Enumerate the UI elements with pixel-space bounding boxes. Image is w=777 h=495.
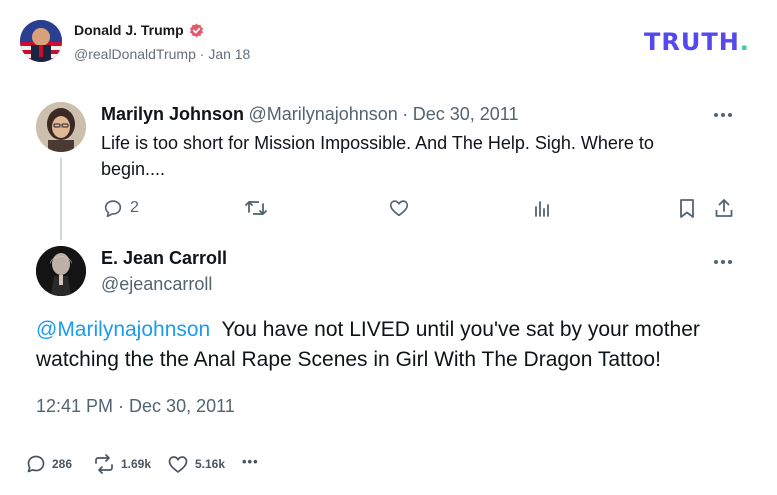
- replies-count: 286: [52, 457, 73, 471]
- reply-separator: ·: [402, 104, 409, 124]
- reply-comment-button[interactable]: 2: [102, 197, 139, 219]
- reply-more-icon[interactable]: [712, 108, 734, 122]
- reply-icon: [26, 454, 46, 474]
- truth-logo-dot: .: [739, 28, 750, 56]
- main-more-icon[interactable]: [712, 255, 734, 269]
- truth-logo-text: TRUTH: [644, 28, 740, 56]
- thread-connector-line: [60, 158, 62, 240]
- reply-author-handle[interactable]: @Marilynajohnson: [248, 104, 397, 124]
- header-separator: ·: [199, 46, 205, 62]
- post-date[interactable]: Jan 18: [208, 46, 250, 62]
- reply-avatar[interactable]: [36, 102, 86, 152]
- reply-text-line2: begin....: [101, 159, 166, 179]
- author-avatar[interactable]: [20, 20, 62, 62]
- reply-count: 2: [130, 199, 139, 216]
- likes-stat[interactable]: 5.16k: [167, 454, 225, 474]
- verified-badge-icon: [189, 22, 204, 38]
- more-options-icon[interactable]: •••: [242, 454, 259, 469]
- likes-count: 5.16k: [195, 457, 226, 471]
- main-tweet-text: @Marilynajohnson You have not LIVED unti…: [36, 315, 746, 375]
- retweet-button[interactable]: [244, 197, 268, 219]
- author-name[interactable]: Donald J. Trump: [74, 22, 184, 38]
- retruths-count: 1.69k: [121, 457, 152, 471]
- reply-date[interactable]: Dec 30, 2011: [413, 104, 519, 124]
- like-heart-icon[interactable]: [388, 197, 410, 219]
- reply-text-line1: Life is too short for Mission Impossible…: [101, 133, 654, 153]
- reply-text: Life is too short for Mission Impossible…: [101, 130, 741, 182]
- replies-stat[interactable]: 286: [26, 454, 72, 474]
- heart-icon: [167, 454, 189, 474]
- mention-link[interactable]: @Marilynajohnson: [36, 318, 210, 341]
- reply-author-name[interactable]: Marilyn Johnson: [101, 104, 244, 124]
- share-icon[interactable]: [713, 197, 735, 219]
- comment-icon: [102, 197, 124, 219]
- main-author-name[interactable]: E. Jean Carroll: [101, 248, 227, 269]
- main-text-line1: You have not LIVED until you've sat by y…: [221, 318, 700, 341]
- retruth-icon: [93, 454, 115, 474]
- main-tweet-avatar[interactable]: [36, 246, 86, 296]
- author-handle[interactable]: @realDonaldTrump: [74, 46, 196, 62]
- truth-logo: TRUTH.: [644, 28, 750, 56]
- more-options-dots: •••: [242, 454, 259, 469]
- retruths-stat[interactable]: 1.69k: [93, 454, 151, 474]
- analytics-icon[interactable]: [532, 198, 552, 218]
- main-text-line2: watching the the Anal Rape Scenes in Gir…: [36, 348, 661, 371]
- bookmark-icon[interactable]: [677, 197, 697, 219]
- main-author-handle[interactable]: @ejeancarroll: [101, 274, 212, 295]
- main-tweet-timestamp[interactable]: 12:41 PM · Dec 30, 2011: [36, 396, 235, 417]
